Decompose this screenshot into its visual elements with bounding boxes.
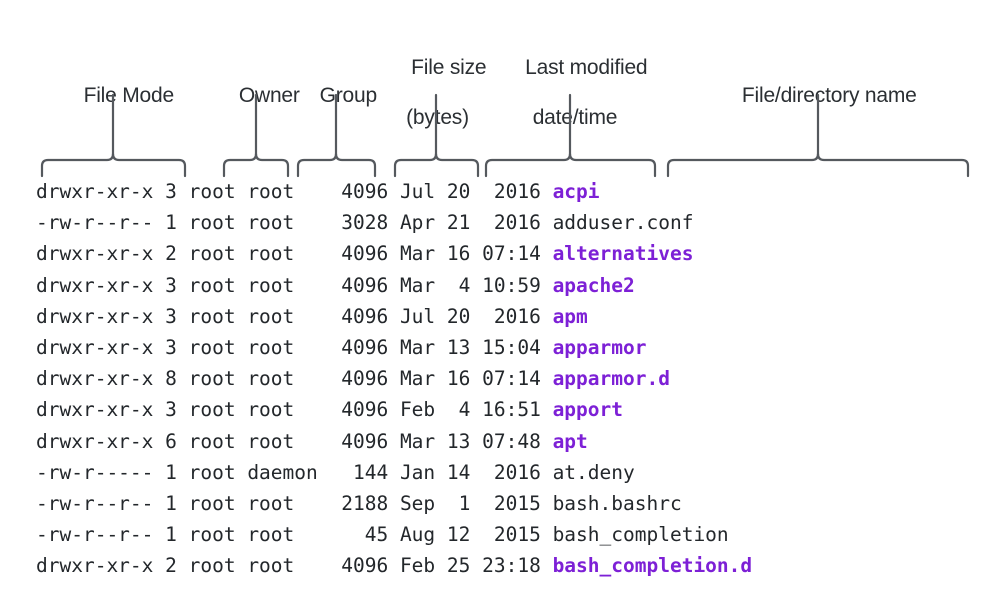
brace-owner bbox=[222, 152, 290, 178]
file-listing-row-metadata: -rw-r--r-- 1 root root 45 Aug 12 2015 bbox=[36, 523, 553, 547]
file-name: bash.bashrc bbox=[552, 491, 682, 515]
brace-group bbox=[296, 152, 377, 178]
file-listing-row-metadata: drwxr-xr-x 6 root root 4096 Mar 13 07:48 bbox=[36, 429, 553, 453]
file-listing-row: -rw-r--r-- 1 root root 2188 Sep 1 2015 b… bbox=[36, 488, 752, 519]
file-listing-row: -rw-r--r-- 1 root root 45 Aug 12 2015 ba… bbox=[36, 519, 752, 550]
file-listing-row-metadata: -rw-r--r-- 1 root root 2188 Sep 1 2015 bbox=[36, 491, 553, 515]
file-listing-row: drwxr-xr-x 3 root root 4096 Jul 20 2016 … bbox=[36, 176, 752, 207]
file-listing-row-metadata: drwxr-xr-x 3 root root 4096 Jul 20 2016 bbox=[36, 304, 553, 328]
file-listing-row: drwxr-xr-x 6 root root 4096 Mar 13 07:48… bbox=[36, 426, 752, 457]
file-listing-row: drwxr-xr-x 3 root root 4096 Mar 4 10:59 … bbox=[36, 270, 752, 301]
column-label-file-mode: File Mode bbox=[20, 58, 215, 133]
brace-file-name bbox=[666, 152, 970, 178]
file-listing-row: drwxr-xr-x 8 root root 4096 Mar 16 07:14… bbox=[36, 363, 752, 394]
file-listing-row: drwxr-xr-x 3 root root 4096 Mar 13 15:04… bbox=[36, 332, 752, 363]
directory-name: apparmor.d bbox=[552, 367, 670, 391]
file-listing-row: drwxr-xr-x 3 root root 4096 Feb 4 16:51 … bbox=[36, 394, 752, 425]
file-listing-row-metadata: drwxr-xr-x 2 root root 4096 Feb 25 23:18 bbox=[36, 554, 553, 578]
file-listing: drwxr-xr-x 3 root root 4096 Jul 20 2016 … bbox=[36, 176, 752, 581]
file-listing-row: drwxr-xr-x 2 root root 4096 Mar 16 07:14… bbox=[36, 238, 752, 269]
directory-name: apm bbox=[552, 304, 588, 328]
column-label-file-size-line1: File size bbox=[411, 56, 487, 79]
file-name: bash_completion bbox=[552, 523, 729, 547]
file-listing-row: -rw-r--r-- 1 root root 3028 Apr 21 2016 … bbox=[36, 207, 752, 238]
column-label-last-modified-line1: Last modified bbox=[525, 56, 648, 79]
directory-name: apparmor bbox=[552, 335, 647, 359]
file-listing-row-metadata: drwxr-xr-x 2 root root 4096 Mar 16 07:14 bbox=[36, 242, 553, 266]
file-listing-row-metadata: drwxr-xr-x 3 root root 4096 Jul 20 2016 bbox=[36, 180, 553, 203]
column-label-file-name: File/directory name bbox=[688, 58, 948, 133]
ls-output-anatomy-diagram: File Mode Owner Group File size (bytes) … bbox=[0, 0, 993, 600]
column-label-file-name-line1: File/directory name bbox=[741, 84, 917, 107]
brace-file-mode bbox=[40, 152, 187, 178]
file-listing-row: drwxr-xr-x 2 root root 4096 Feb 25 23:18… bbox=[36, 550, 752, 581]
file-listing-row-metadata: drwxr-xr-x 3 root root 4096 Mar 13 15:04 bbox=[36, 335, 553, 359]
column-label-group-line1: Group bbox=[319, 84, 378, 107]
file-name: adduser.conf bbox=[552, 211, 694, 235]
file-listing-row: drwxr-xr-x 3 root root 4096 Jul 20 2016 … bbox=[36, 301, 752, 332]
directory-name: apport bbox=[552, 398, 624, 422]
directory-name: apt bbox=[552, 429, 588, 453]
file-listing-row-metadata: -rw-r----- 1 root daemon 144 Jan 14 2016 bbox=[36, 460, 553, 484]
file-listing-row-metadata: drwxr-xr-x 8 root root 4096 Mar 16 07:14 bbox=[36, 367, 553, 391]
column-label-file-mode-line1: File Mode bbox=[83, 84, 175, 107]
column-label-last-modified: Last modified date/time bbox=[485, 30, 665, 180]
file-listing-row-metadata: drwxr-xr-x 3 root root 4096 Mar 4 10:59 bbox=[36, 273, 553, 297]
file-listing-row-metadata: drwxr-xr-x 3 root root 4096 Feb 4 16:51 bbox=[36, 398, 553, 422]
file-name: at.deny bbox=[552, 460, 635, 484]
file-listing-row: -rw-r----- 1 root daemon 144 Jan 14 2016… bbox=[36, 457, 752, 488]
directory-name: bash_completion.d bbox=[552, 554, 753, 578]
column-label-last-modified-line2: date/time bbox=[532, 106, 618, 129]
file-listing-row-metadata: -rw-r--r-- 1 root root 3028 Apr 21 2016 bbox=[36, 211, 553, 235]
directory-name: apache2 bbox=[552, 273, 635, 297]
directory-name: alternatives bbox=[552, 242, 694, 266]
directory-name: acpi bbox=[552, 180, 600, 203]
